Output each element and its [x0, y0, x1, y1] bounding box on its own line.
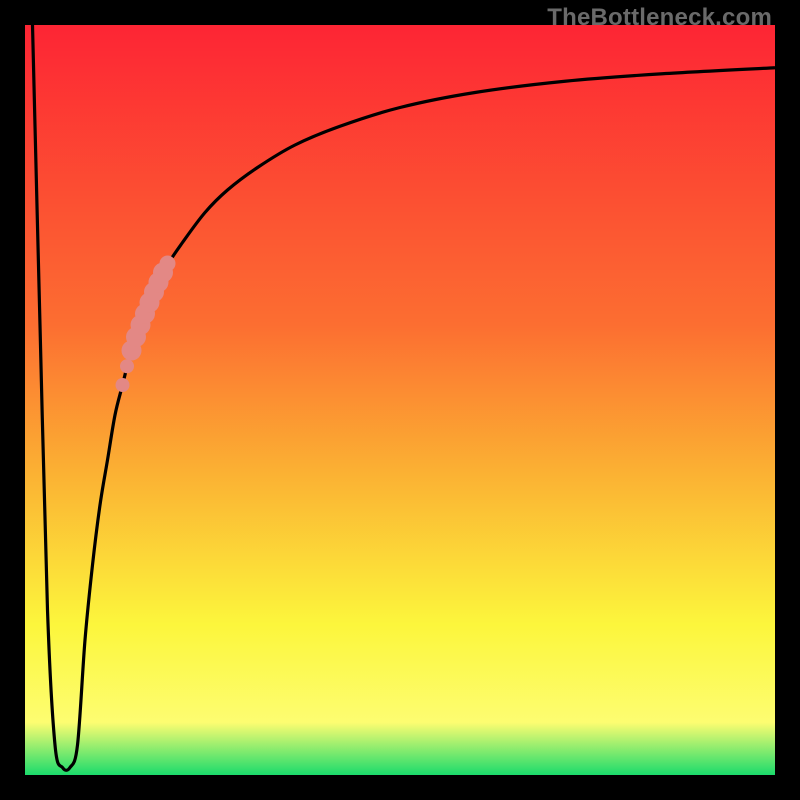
plot-area [25, 25, 775, 775]
gradient-background [25, 25, 775, 775]
highlight-dot [116, 378, 130, 392]
chart-frame: TheBottleneck.com [0, 0, 800, 800]
chart-svg [25, 25, 775, 775]
highlight-dot [120, 359, 134, 373]
highlight-dot [160, 256, 176, 272]
